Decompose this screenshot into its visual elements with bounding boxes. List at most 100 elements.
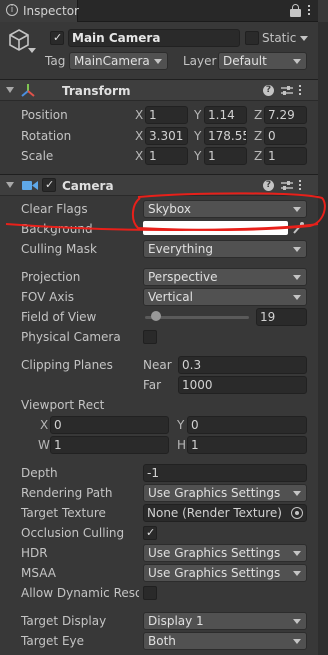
axis-x-label[interactable]: X — [135, 148, 143, 164]
occlusion-culling-label: Occlusion Culling — [21, 526, 125, 540]
transform-header[interactable]: Transform ? — [0, 79, 318, 101]
scale-label: Scale — [21, 149, 54, 163]
physical-camera-label: Physical Camera — [21, 330, 121, 344]
near-field[interactable]: 0.3 — [178, 356, 307, 374]
layer-dropdown[interactable]: Default — [218, 52, 307, 70]
field-of-view-slider-handle[interactable] — [151, 311, 162, 321]
fov-axis-dropdown[interactable]: Vertical — [143, 288, 307, 306]
annotation-ellipse — [5, 192, 326, 232]
culling-mask-label: Culling Mask — [21, 242, 97, 256]
foldout-arrow-icon — [6, 87, 14, 93]
target-display-label: Target Display — [21, 614, 107, 628]
allow-dynamic-resolution-checkbox[interactable] — [143, 586, 157, 600]
msaa-dropdown[interactable]: Use Graphics Settings — [143, 564, 307, 582]
viewport-w-field[interactable]: 1 — [50, 436, 169, 454]
near-label: Near — [143, 358, 172, 372]
static-checkbox[interactable] — [245, 31, 259, 45]
viewport-rect-label: Viewport Rect — [21, 398, 105, 412]
target-texture-field[interactable]: None (Render Texture) — [143, 504, 307, 522]
far-label: Far — [143, 378, 162, 392]
chevron-down-icon — [293, 491, 301, 496]
rendering-path-dropdown[interactable]: Use Graphics Settings — [143, 484, 307, 502]
rotation-label: Rotation — [21, 129, 72, 143]
viewport-h-label[interactable]: H — [177, 437, 186, 453]
axis-z-label[interactable]: Z — [254, 128, 262, 144]
msaa-value: Use Graphics Settings — [148, 566, 281, 580]
layer-value: Default — [223, 54, 267, 68]
axis-y-label[interactable]: Y — [194, 128, 201, 144]
chevron-down-icon — [154, 59, 162, 64]
msaa-label: MSAA — [21, 566, 56, 580]
target-display-dropdown[interactable]: Display 1 — [143, 612, 307, 630]
allow-dynamic-resolution-label: Allow Dynamic Resol — [21, 586, 139, 600]
target-display-value: Display 1 — [148, 614, 204, 628]
projection-dropdown[interactable]: Perspective — [143, 268, 307, 286]
far-field[interactable]: 1000 — [178, 376, 307, 394]
tag-dropdown[interactable]: MainCamera — [69, 52, 168, 70]
culling-mask-dropdown[interactable]: Everything — [143, 240, 307, 258]
scale-z-field[interactable]: 1 — [264, 147, 307, 165]
scale-x-field[interactable]: 1 — [145, 147, 188, 165]
viewport-x-field[interactable]: 0 — [50, 416, 169, 434]
kebab-menu-icon[interactable] — [299, 84, 302, 97]
position-y-field[interactable]: 1.14 — [204, 106, 247, 124]
depth-field[interactable]: -1 — [143, 464, 307, 482]
check-icon: ✓ — [146, 526, 156, 539]
chevron-down-icon — [293, 275, 301, 280]
clipping-planes-label: Clipping Planes — [21, 358, 113, 372]
active-checkbox[interactable]: ✓ — [50, 31, 64, 45]
layer-label: Layer — [183, 54, 217, 68]
chevron-down-icon — [293, 639, 301, 644]
scrollbar[interactable] — [318, 22, 328, 655]
axis-z-label[interactable]: Z — [254, 148, 262, 164]
hdr-dropdown[interactable]: Use Graphics Settings — [143, 544, 307, 562]
object-picker-icon[interactable] — [291, 507, 303, 519]
info-icon: i — [6, 4, 18, 16]
fov-axis-label: FOV Axis — [21, 290, 75, 304]
object-icon-dropdown[interactable] — [28, 48, 36, 53]
position-z-field[interactable]: 7.29 — [264, 106, 307, 124]
scale-y-field[interactable]: 1 — [204, 147, 247, 165]
viewport-x-label[interactable]: X — [40, 417, 48, 433]
occlusion-culling-checkbox[interactable]: ✓ — [143, 526, 157, 540]
object-name-field[interactable]: Main Camera — [68, 29, 240, 47]
hdr-value: Use Graphics Settings — [148, 546, 281, 560]
depth-label: Depth — [21, 466, 58, 480]
tag-label: Tag — [45, 54, 66, 68]
rotation-x-field[interactable]: 3.301 — [145, 127, 188, 145]
projection-label: Projection — [21, 270, 81, 284]
target-texture-value: None (Render Texture) — [147, 506, 282, 520]
viewport-y-field[interactable]: 0 — [187, 416, 307, 434]
transform-axes-icon — [20, 83, 36, 101]
kebab-menu-icon[interactable] — [307, 3, 311, 18]
chevron-down-icon — [293, 571, 301, 576]
axis-x-label[interactable]: X — [135, 107, 143, 123]
lock-icon[interactable] — [290, 4, 301, 17]
tab-inspector[interactable]: i Inspector — [0, 0, 79, 22]
presets-icon[interactable] — [281, 85, 293, 96]
field-of-view-field[interactable]: 19 — [256, 308, 307, 326]
viewport-y-label[interactable]: Y — [177, 417, 184, 433]
axis-x-label[interactable]: X — [135, 128, 143, 144]
static-label: Static — [262, 31, 297, 45]
rendering-path-value: Use Graphics Settings — [148, 486, 281, 500]
rendering-path-label: Rendering Path — [21, 486, 113, 500]
viewport-w-label[interactable]: W — [38, 437, 50, 453]
viewport-h-field[interactable]: 1 — [187, 436, 307, 454]
rotation-y-field[interactable]: 178.55 — [204, 127, 247, 145]
position-x-field[interactable]: 1 — [145, 106, 188, 124]
chevron-down-icon — [293, 295, 301, 300]
culling-mask-value: Everything — [148, 242, 213, 256]
static-dropdown-arrow[interactable] — [300, 36, 308, 41]
cube-icon — [8, 28, 30, 55]
axis-y-label[interactable]: Y — [194, 107, 201, 123]
physical-camera-checkbox[interactable] — [143, 330, 157, 344]
rotation-z-field[interactable]: 0 — [264, 127, 307, 145]
transform-title: Transform — [62, 84, 131, 98]
axis-y-label[interactable]: Y — [194, 148, 201, 164]
axis-z-label[interactable]: Z — [254, 107, 262, 123]
help-icon[interactable]: ? — [263, 85, 274, 96]
target-eye-label: Target Eye — [21, 634, 85, 648]
position-label: Position — [21, 108, 68, 122]
target-eye-dropdown[interactable]: Both — [143, 632, 307, 650]
